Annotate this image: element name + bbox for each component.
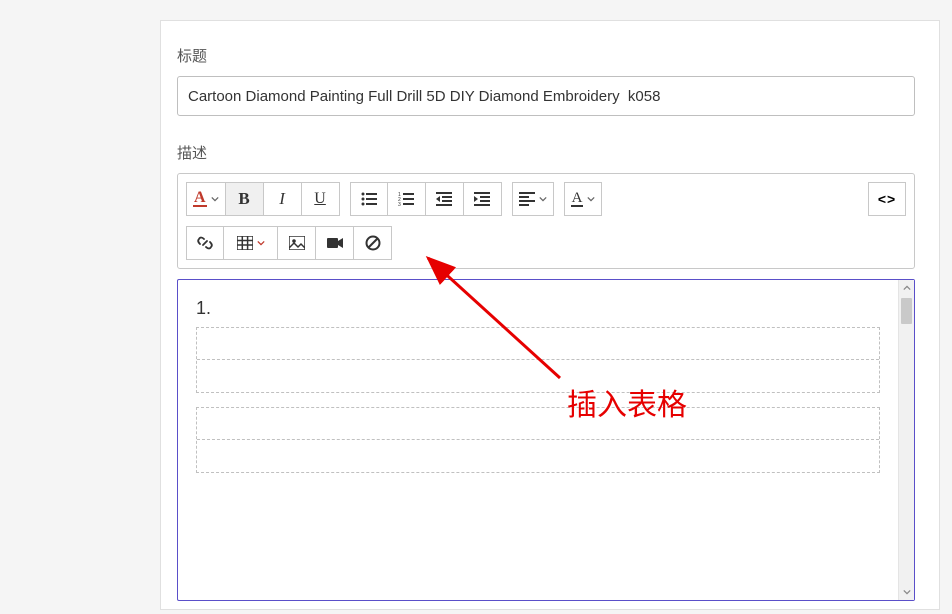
highlight-icon: A (571, 191, 584, 207)
title-label: 标题 (177, 45, 915, 66)
bold-icon: B (238, 189, 249, 209)
form-panel: 标题 描述 A B I (160, 20, 940, 610)
table-icon (237, 236, 253, 250)
table-row (197, 328, 879, 360)
image-icon (289, 236, 305, 250)
list-item-number: 1. (196, 298, 880, 319)
editor-content[interactable]: 1. (178, 280, 898, 600)
highlight-group: A (564, 182, 603, 216)
toolbar-row-2 (186, 226, 906, 260)
annotation-text: 插入表格 (567, 380, 687, 424)
table-row (197, 408, 879, 440)
bold-button[interactable]: B (226, 182, 264, 216)
table-button[interactable] (224, 226, 278, 260)
scroll-down-button[interactable] (899, 584, 914, 600)
indent-button[interactable] (464, 182, 502, 216)
outdent-icon (436, 192, 452, 206)
toolbar-row-1: A B I U (186, 182, 906, 216)
align-group (512, 182, 554, 216)
scroll-thumb[interactable] (901, 298, 912, 324)
clear-format-button[interactable] (354, 226, 392, 260)
font-color-icon: A (193, 191, 207, 207)
page: 标题 描述 A B I (0, 0, 952, 614)
chevron-down-icon (587, 195, 595, 203)
chevron-down-icon (211, 195, 219, 203)
table-row (197, 440, 879, 472)
code-view-button[interactable]: <> (868, 182, 906, 216)
scroll-up-button[interactable] (899, 280, 914, 296)
editor-toolbar: A B I U (177, 173, 915, 269)
editor-table-placeholder-2 (196, 407, 880, 473)
clear-format-icon (365, 235, 381, 251)
editor-area[interactable]: 1. (177, 279, 915, 601)
italic-button[interactable]: I (264, 182, 302, 216)
editor-table-placeholder-1 (196, 327, 880, 393)
chevron-down-icon (539, 195, 547, 203)
align-button[interactable] (512, 182, 554, 216)
image-button[interactable] (278, 226, 316, 260)
editor-scrollbar[interactable] (898, 280, 914, 600)
unordered-list-button[interactable] (350, 182, 388, 216)
list-group: 123 (350, 182, 502, 216)
table-row (197, 360, 879, 392)
outdent-button[interactable] (426, 182, 464, 216)
italic-icon: I (279, 189, 285, 209)
title-input[interactable] (177, 76, 915, 116)
highlight-button[interactable]: A (564, 182, 603, 216)
underline-button[interactable]: U (302, 182, 340, 216)
ordered-list-icon: 123 (398, 192, 414, 206)
align-left-icon (519, 192, 535, 206)
chevron-down-icon (257, 239, 265, 247)
unordered-list-icon (361, 192, 377, 206)
svg-text:3: 3 (398, 202, 401, 206)
indent-icon (474, 192, 490, 206)
video-button[interactable] (316, 226, 354, 260)
ordered-list-button[interactable]: 123 (388, 182, 426, 216)
font-style-group: A B I U (186, 182, 340, 216)
description-label: 描述 (177, 142, 915, 163)
insert-group (186, 226, 392, 260)
link-icon (197, 235, 213, 251)
underline-icon: U (314, 190, 326, 208)
link-button[interactable] (186, 226, 224, 260)
code-view-icon: <> (878, 191, 896, 207)
font-color-button[interactable]: A (186, 182, 226, 216)
video-icon (327, 237, 343, 249)
